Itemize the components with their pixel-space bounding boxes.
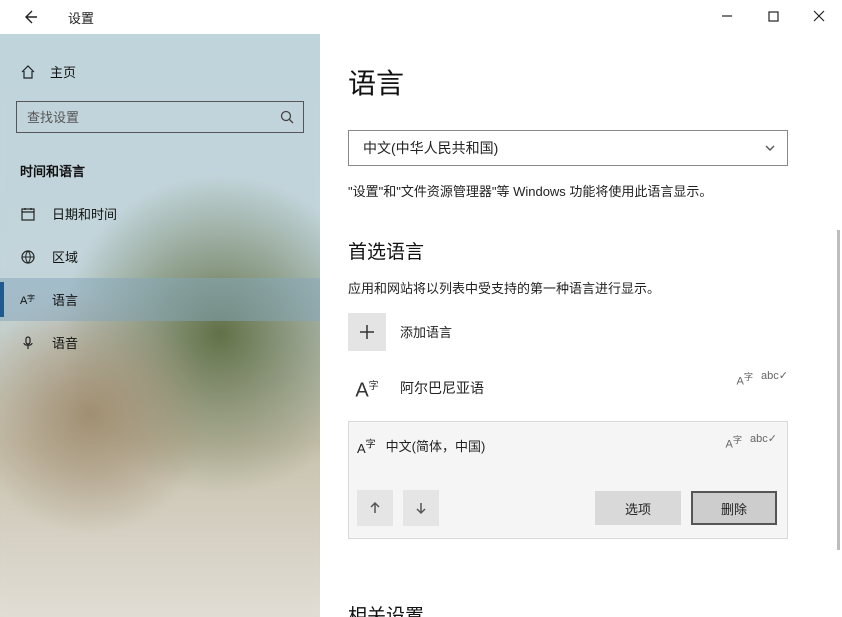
spellcheck-icon: abc✓ [750, 432, 777, 451]
maximize-button[interactable] [750, 0, 796, 32]
close-button[interactable] [796, 0, 842, 32]
sidebar-item-label: 日期和时间 [52, 204, 117, 223]
sidebar-item-speech[interactable]: 语音 [0, 321, 320, 364]
sidebar-item-label: 区域 [52, 247, 78, 266]
language-name: 中文(简体，中国) [386, 436, 486, 455]
back-button[interactable] [14, 1, 46, 33]
sidebar-item-label: 语言 [52, 290, 78, 309]
sidebar-home[interactable]: 主页 [0, 52, 320, 91]
scrollbar[interactable] [837, 230, 840, 550]
microphone-icon [20, 335, 36, 351]
chevron-down-icon [763, 141, 777, 155]
display-language-hint: "设置"和"文件资源管理器"等 Windows 功能将使用此语言显示。 [348, 182, 788, 203]
related-settings-heading: 相关设置 [348, 601, 842, 617]
globe-icon [20, 249, 36, 265]
back-arrow-icon [22, 9, 38, 25]
main-pane: 语言 中文(中华人民共和国) "设置"和"文件资源管理器"等 Windows 功… [320, 34, 842, 617]
text-to-speech-icon: A字 [737, 369, 754, 388]
move-up-button[interactable] [357, 490, 393, 526]
language-name: 阿尔巴尼亚语 [400, 378, 484, 398]
minimize-icon [721, 10, 733, 22]
language-item-selected[interactable]: A字 中文(简体，中国) A字 abc✓ 选项 删除 [348, 421, 788, 539]
add-language-button[interactable] [348, 313, 386, 351]
svg-text:字: 字 [27, 293, 35, 303]
language-features: A字 abc✓ [737, 369, 788, 388]
move-down-button[interactable] [403, 490, 439, 526]
display-language-value: 中文(中华人民共和国) [363, 138, 498, 158]
language-glyph-icon: A字 [348, 369, 386, 407]
sidebar-item-language[interactable]: A字 语言 [0, 278, 320, 321]
search-input[interactable] [27, 110, 279, 125]
plus-icon [358, 323, 376, 341]
app-title: 设置 [68, 8, 94, 27]
language-item[interactable]: A字 阿尔巴尼亚语 A字 abc✓ [348, 369, 788, 407]
spellcheck-icon: abc✓ [761, 369, 788, 388]
sidebar: 主页 时间和语言 日期和时间 区域 [0, 34, 320, 617]
add-language-label: 添加语言 [400, 322, 452, 341]
calendar-icon [20, 206, 36, 222]
arrow-down-icon [414, 501, 428, 515]
preferred-languages-hint: 应用和网站将以列表中受支持的第一种语言进行显示。 [348, 278, 842, 297]
arrow-up-icon [368, 501, 382, 515]
sidebar-item-region[interactable]: 区域 [0, 235, 320, 278]
search-box[interactable] [16, 101, 304, 133]
language-features: A字 abc✓ [726, 432, 777, 451]
close-icon [813, 10, 825, 22]
sidebar-home-label: 主页 [50, 62, 76, 81]
sidebar-item-datetime[interactable]: 日期和时间 [0, 192, 320, 235]
display-language-select[interactable]: 中文(中华人民共和国) [348, 130, 788, 166]
text-to-speech-icon: A字 [726, 432, 743, 451]
minimize-button[interactable] [704, 0, 750, 32]
page-title: 语言 [348, 62, 842, 102]
sidebar-item-label: 语音 [52, 333, 78, 352]
add-language-row[interactable]: 添加语言 [348, 313, 842, 351]
sidebar-section-title: 时间和语言 [20, 161, 300, 180]
preferred-languages-heading: 首选语言 [348, 237, 842, 264]
options-button[interactable]: 选项 [595, 491, 681, 525]
maximize-icon [768, 11, 779, 22]
language-icon: A字 [20, 292, 36, 308]
remove-button[interactable]: 删除 [691, 491, 777, 525]
search-icon [279, 109, 295, 125]
home-icon [20, 64, 36, 80]
language-glyph-icon: A字 [357, 436, 376, 456]
